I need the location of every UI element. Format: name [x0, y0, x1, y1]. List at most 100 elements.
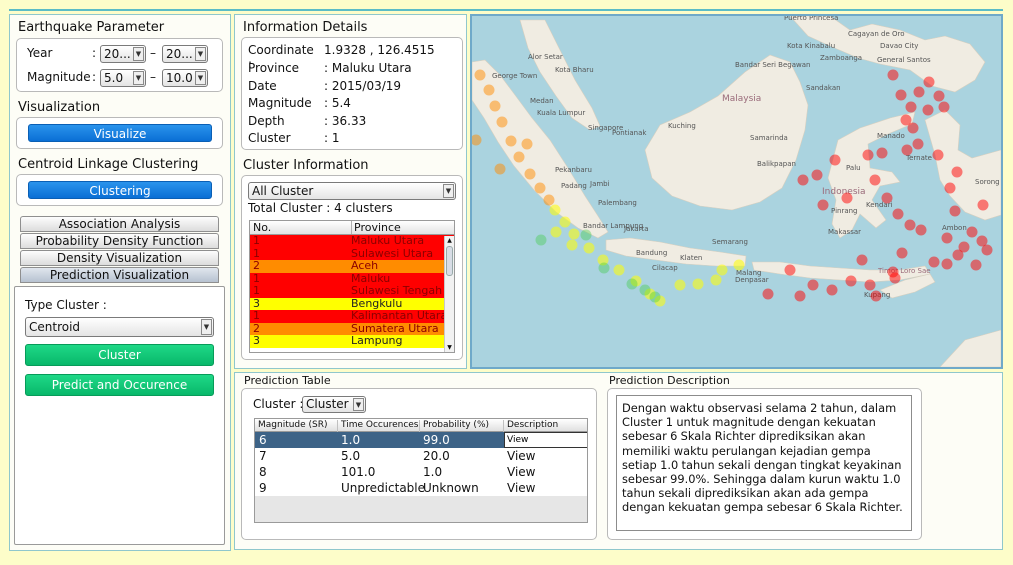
table-row[interactable]: 2 Aceh — [250, 260, 454, 273]
cluster3-point[interactable] — [568, 228, 580, 240]
cluster3-point[interactable] — [549, 204, 561, 216]
scroll-thumb[interactable] — [446, 246, 453, 276]
cluster2-point[interactable] — [496, 116, 508, 128]
cluster3-point[interactable] — [674, 279, 686, 291]
cluster1-point[interactable] — [938, 101, 950, 113]
cell-description[interactable]: View — [504, 432, 587, 448]
cluster1-point[interactable] — [913, 86, 925, 98]
cluster1-point[interactable] — [862, 149, 874, 161]
col-probability[interactable]: Probability (%) — [420, 420, 504, 432]
cluster1-point[interactable] — [811, 169, 823, 181]
cluster3-point[interactable] — [583, 242, 595, 254]
col-magnitude[interactable]: Magnitude (SR) — [255, 420, 338, 432]
cluster1-point[interactable] — [896, 247, 908, 259]
cluster1-point[interactable] — [762, 288, 774, 300]
visualize-button[interactable]: Visualize — [28, 124, 212, 142]
cluster1-point[interactable] — [870, 290, 882, 302]
table-row[interactable]: 7 5.0 20.0 View — [255, 448, 587, 464]
cluster4-point[interactable] — [626, 278, 638, 290]
predict-occurence-button[interactable]: Predict and Occurence — [25, 374, 214, 396]
type-cluster-select[interactable]: Centroid ▼ — [25, 317, 214, 337]
cluster2-point[interactable] — [494, 163, 506, 175]
cluster1-point[interactable] — [807, 279, 819, 291]
cluster3-point[interactable] — [710, 274, 722, 286]
cluster2-point[interactable] — [543, 194, 555, 206]
cluster3-point[interactable] — [550, 226, 562, 238]
magnitude-from-select[interactable]: 5.0 ▼ — [100, 69, 146, 87]
cluster1-point[interactable] — [845, 275, 857, 287]
cluster4-point[interactable] — [649, 291, 661, 303]
cluster1-point[interactable] — [881, 192, 893, 204]
cluster1-point[interactable] — [826, 284, 838, 296]
earthquake-map[interactable]: Puerto Princesa Cagayan de Oro Davao City G… — [472, 16, 1001, 367]
cluster1-point[interactable] — [966, 226, 978, 238]
cluster1-point[interactable] — [895, 89, 907, 101]
cluster1-point[interactable] — [797, 174, 809, 186]
scroll-up-arrow[interactable]: ▲ — [445, 236, 454, 245]
col-province[interactable]: Province — [351, 221, 401, 234]
cluster1-point[interactable] — [901, 144, 913, 156]
col-time-occurences[interactable]: Time Occurences (... — [338, 420, 420, 432]
cluster2-point[interactable] — [474, 69, 486, 81]
cluster-filter-select[interactable]: All Cluster ▼ — [248, 182, 456, 200]
table-row[interactable]: 1 Kalimantan Utara — [250, 310, 454, 323]
cluster2-point[interactable] — [513, 151, 525, 163]
cluster4-point[interactable] — [580, 229, 592, 241]
cluster1-point[interactable] — [944, 182, 956, 194]
cluster1-point[interactable] — [889, 272, 901, 284]
cell-description[interactable]: View — [507, 481, 535, 495]
table-row[interactable]: 1 Maluku Utara — [250, 235, 454, 248]
cluster-table-scrollbar[interactable]: ▲ ▼ — [444, 236, 454, 352]
cluster2-point[interactable] — [524, 168, 536, 180]
col-no[interactable]: No. — [253, 221, 271, 234]
cluster2-point[interactable] — [534, 182, 546, 194]
cluster3-point[interactable] — [566, 239, 578, 251]
cluster2-point[interactable] — [489, 100, 501, 112]
cluster1-point[interactable] — [904, 219, 916, 231]
year-from-select[interactable]: 20... ▼ — [100, 45, 146, 63]
clustering-button[interactable]: Clustering — [28, 181, 212, 199]
tab-probability-density-function[interactable]: Probability Density Function — [20, 233, 219, 249]
cluster1-point[interactable] — [977, 199, 989, 211]
magnitude-to-select[interactable]: 10.0 ▼ — [162, 69, 208, 87]
table-row[interactable]: 9 Unpredictable Unknown View — [255, 480, 587, 496]
cluster4-point[interactable] — [639, 284, 651, 296]
cluster3-point[interactable] — [733, 259, 745, 271]
table-row[interactable]: 6 1.0 99.0 View — [255, 432, 587, 448]
cell-description[interactable]: View — [507, 449, 535, 463]
cluster1-point[interactable] — [817, 199, 829, 211]
cluster1-point[interactable] — [932, 149, 944, 161]
cluster1-point[interactable] — [981, 244, 993, 256]
cluster1-point[interactable] — [922, 104, 934, 116]
cluster-button[interactable]: Cluster — [25, 344, 214, 366]
cluster1-point[interactable] — [856, 254, 868, 266]
cluster2-point[interactable] — [483, 84, 495, 96]
year-to-select[interactable]: 20... ▼ — [162, 45, 208, 63]
cluster3-point[interactable] — [692, 278, 704, 290]
cluster1-point[interactable] — [784, 264, 796, 276]
cluster1-point[interactable] — [887, 69, 899, 81]
cluster1-point[interactable] — [952, 249, 964, 261]
table-row[interactable]: 8 101.0 1.0 View — [255, 464, 587, 480]
cluster1-point[interactable] — [869, 174, 881, 186]
cluster1-point[interactable] — [841, 192, 853, 204]
cluster1-point[interactable] — [892, 208, 904, 220]
cluster1-point[interactable] — [933, 90, 945, 102]
cluster4-point[interactable] — [535, 234, 547, 246]
cluster1-point[interactable] — [915, 224, 927, 236]
cluster1-point[interactable] — [949, 205, 961, 217]
cluster3-point[interactable] — [716, 264, 728, 276]
cluster1-point[interactable] — [923, 76, 935, 88]
cell-description[interactable]: View — [507, 465, 535, 479]
cluster1-point[interactable] — [928, 256, 940, 268]
table-row[interactable]: 3 Lampung — [250, 335, 454, 348]
cluster3-point[interactable] — [613, 264, 625, 276]
cluster1-point[interactable] — [941, 232, 953, 244]
cluster1-point[interactable] — [876, 147, 888, 159]
cluster4-point[interactable] — [598, 262, 610, 274]
cluster2-point[interactable] — [521, 138, 533, 150]
cluster1-point[interactable] — [829, 154, 841, 166]
cluster2-point[interactable] — [505, 135, 517, 147]
cluster1-point[interactable] — [905, 101, 917, 113]
cluster3-point[interactable] — [559, 216, 571, 228]
